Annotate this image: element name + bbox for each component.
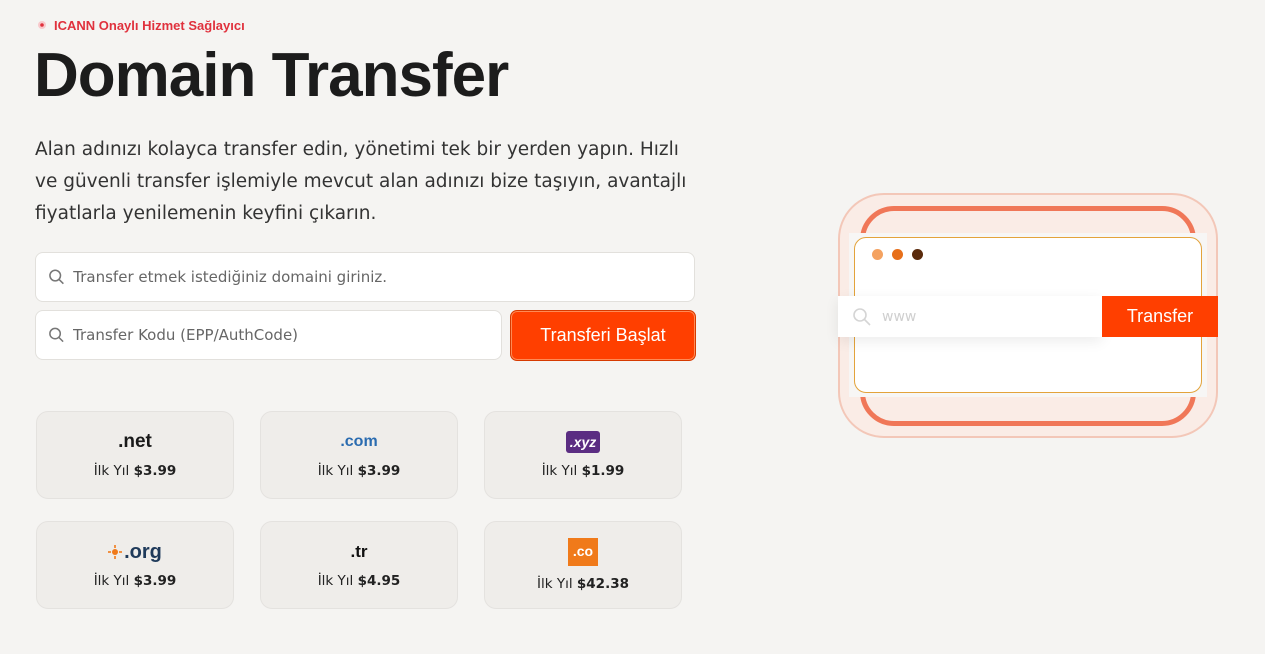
- location-pin-icon: [38, 20, 46, 29]
- window-dots: [872, 249, 923, 260]
- badge-text: ICANN Onaylı Hizmet Sağlayıcı: [54, 18, 245, 33]
- tld-price: İlk Yıl $3.99: [93, 463, 177, 479]
- page-description: Alan adınızı kolayca transfer edin, yöne…: [35, 139, 687, 224]
- tld-price: İlk Yıl $4.95: [317, 573, 401, 589]
- tld-price: İlk Yıl $3.99: [317, 463, 401, 479]
- search-icon: [853, 307, 871, 326]
- domain-input[interactable]: [73, 268, 694, 286]
- tld-card-net[interactable]: .net İlk Yıl $3.99: [36, 411, 234, 499]
- start-transfer-button[interactable]: Transferi Başlat: [510, 310, 696, 361]
- com-logo: .com: [340, 433, 378, 450]
- illustration-searchbar: www: [838, 296, 1102, 337]
- illustration-placeholder: www: [882, 308, 917, 325]
- illustration-transfer-button: Transfer: [1102, 296, 1218, 337]
- search-icon: [49, 269, 64, 285]
- auth-code-input[interactable]: [73, 326, 501, 344]
- auth-code-field[interactable]: [35, 310, 502, 360]
- tld-price: İlk Yıl $42.38: [537, 576, 629, 592]
- window-dot: [912, 249, 923, 260]
- tld-price: İlk Yıl $1.99: [541, 463, 625, 479]
- xyz-logo: .xyz: [565, 431, 601, 453]
- tld-card-org[interactable]: .org İlk Yıl $3.99: [36, 521, 234, 609]
- tld-card-co[interactable]: .co İlk Yıl $42.38: [484, 521, 682, 609]
- window-dot: [892, 249, 903, 260]
- net-logo: .net: [118, 431, 152, 452]
- tld-card-com[interactable]: .com İlk Yıl $3.99: [260, 411, 458, 499]
- tld-card-xyz[interactable]: .xyz İlk Yıl $1.99: [484, 411, 682, 499]
- org-logo: .org: [108, 541, 162, 563]
- page-title: Domain Transfer: [34, 41, 509, 110]
- domain-field[interactable]: [35, 252, 695, 302]
- tr-logo: .tr: [350, 542, 368, 561]
- search-icon: [49, 327, 64, 343]
- tld-price: İlk Yıl $3.99: [93, 573, 177, 589]
- tld-card-tr[interactable]: .tr İlk Yıl $4.95: [260, 521, 458, 609]
- org-sun-icon: [108, 545, 123, 559]
- co-logo: .co: [568, 538, 598, 566]
- icann-badge: ICANN Onaylı Hizmet Sağlayıcı: [36, 18, 245, 33]
- window-dot: [872, 249, 883, 260]
